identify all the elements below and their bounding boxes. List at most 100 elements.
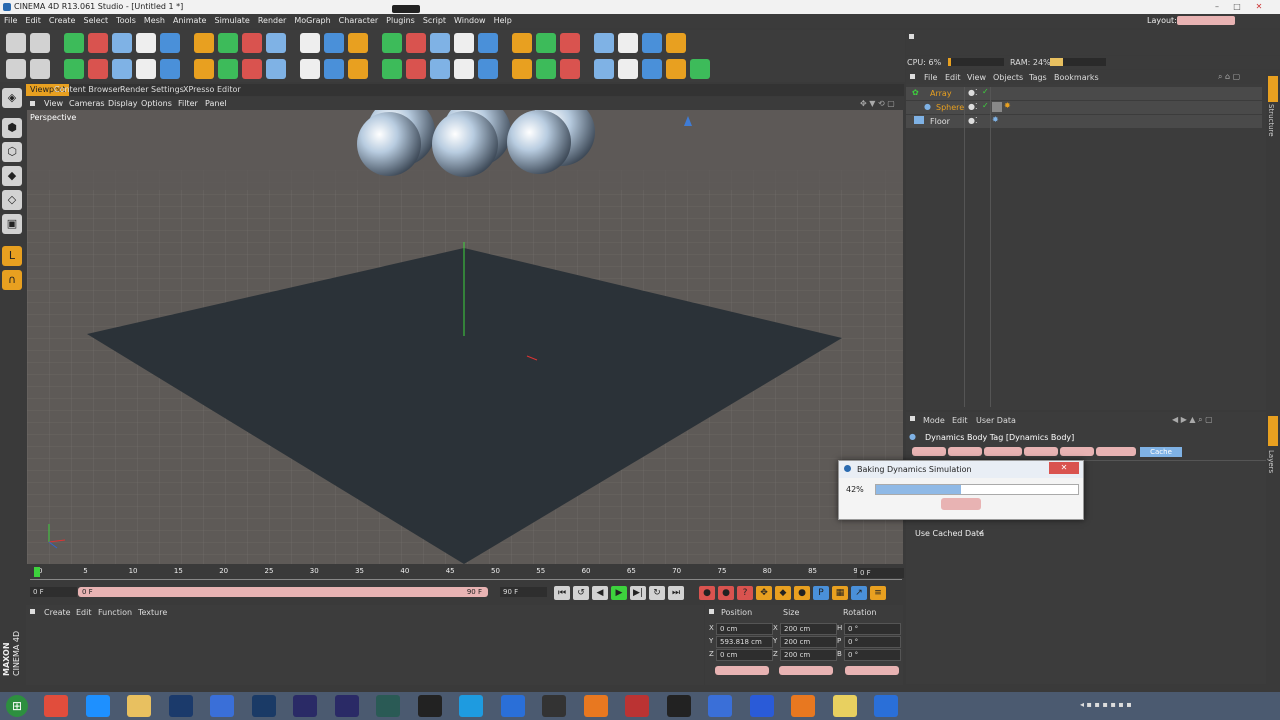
y-axis-icon[interactable] bbox=[218, 33, 238, 53]
viewport-menu-view[interactable]: View bbox=[44, 97, 63, 110]
menu-edit[interactable]: Edit bbox=[21, 14, 45, 28]
ball-icon[interactable] bbox=[594, 59, 614, 79]
chrome-icon[interactable] bbox=[44, 695, 68, 717]
vray-icon[interactable] bbox=[690, 59, 710, 79]
workplane-icon[interactable]: L bbox=[2, 246, 22, 266]
material-menu-function[interactable]: Function bbox=[98, 608, 132, 617]
cube-icon[interactable] bbox=[382, 33, 402, 53]
range-scrubber[interactable]: 0 F 90 F bbox=[78, 587, 488, 597]
collider-tag-icon[interactable]: ✸ bbox=[992, 115, 999, 124]
keyframe-selection-icon[interactable]: ? bbox=[737, 586, 753, 600]
viewport-menu-display[interactable]: Display bbox=[108, 97, 138, 110]
hair-icon[interactable] bbox=[218, 59, 238, 79]
position-x-field[interactable]: 0 cm bbox=[716, 623, 773, 635]
z-axis-icon[interactable] bbox=[242, 33, 262, 53]
visibility-dots-icon[interactable]: ●⁚ bbox=[968, 116, 978, 125]
dialog-close-button[interactable]: ✕ bbox=[1049, 462, 1079, 474]
playhead[interactable] bbox=[34, 567, 40, 577]
render-region-icon[interactable] bbox=[382, 59, 402, 79]
bhodi-icon[interactable] bbox=[642, 59, 662, 79]
photoshop-icon[interactable] bbox=[251, 695, 276, 717]
menu-plugins[interactable]: Plugins bbox=[382, 14, 419, 28]
position-y-field[interactable]: 593.818 cm bbox=[716, 636, 773, 648]
apply-button[interactable] bbox=[845, 666, 899, 675]
rotation-key-icon[interactable]: ◆ bbox=[775, 586, 791, 600]
attr-nav-icons[interactable]: ◀ ▶ ▲ ⌕ ▢ bbox=[1172, 415, 1213, 425]
after-effects-icon[interactable] bbox=[334, 695, 359, 717]
attr-tab-dynamics[interactable] bbox=[912, 447, 946, 456]
start-frame-field[interactable]: 0 F bbox=[30, 587, 77, 597]
edit-render-settings-icon[interactable] bbox=[348, 33, 368, 53]
model-mode-icon[interactable]: ◈ bbox=[2, 88, 22, 108]
magnet-icon[interactable]: ∩ bbox=[2, 270, 22, 290]
skype-icon[interactable] bbox=[459, 695, 483, 717]
go-to-end-icon[interactable]: ⏭ bbox=[668, 586, 684, 600]
attr-tab-cache[interactable]: Cache bbox=[1140, 447, 1182, 457]
record-icon[interactable] bbox=[112, 59, 132, 79]
side-tab-structure[interactable]: Structure bbox=[1267, 104, 1275, 137]
size-y-field[interactable]: 200 cm bbox=[780, 636, 837, 648]
bodypaint-icon[interactable] bbox=[324, 59, 344, 79]
go-to-start-icon[interactable]: ⏮ bbox=[554, 586, 570, 600]
scale-icon[interactable] bbox=[112, 33, 132, 53]
fl-studio-icon[interactable] bbox=[791, 695, 815, 717]
viewport-menu-filter[interactable]: Filter bbox=[178, 97, 198, 110]
character-icon[interactable] bbox=[300, 59, 320, 79]
object-name-floor[interactable]: Floor bbox=[930, 117, 950, 126]
redo-icon[interactable] bbox=[30, 33, 50, 53]
render-picture-icon[interactable] bbox=[324, 33, 344, 53]
filezilla-icon[interactable] bbox=[625, 695, 649, 717]
coord-mode-dropdown[interactable] bbox=[715, 666, 769, 675]
text-icon[interactable] bbox=[348, 59, 368, 79]
attr-tab-force[interactable] bbox=[1024, 447, 1058, 456]
attr-menu-edit[interactable]: Edit bbox=[952, 416, 968, 425]
keyframe-icon[interactable] bbox=[160, 59, 180, 79]
param-key-icon[interactable]: P bbox=[813, 586, 829, 600]
steam-icon[interactable] bbox=[542, 695, 566, 717]
menu-help[interactable]: Help bbox=[490, 14, 516, 28]
minimize-button[interactable]: – bbox=[1208, 1, 1226, 12]
close-button[interactable]: ✕ bbox=[1250, 1, 1268, 12]
visibility-dots-icon[interactable]: ●⁚ bbox=[968, 102, 978, 111]
object-name-array[interactable]: Array bbox=[930, 89, 952, 98]
size-z-field[interactable]: 200 cm bbox=[780, 649, 837, 661]
itunes-icon[interactable] bbox=[874, 695, 898, 717]
previous-frame-icon[interactable]: ◀ bbox=[592, 586, 608, 600]
material-menu-edit[interactable]: Edit bbox=[76, 608, 92, 617]
workplane-icon[interactable] bbox=[478, 59, 498, 79]
deformer-icon[interactable] bbox=[478, 33, 498, 53]
stop-button[interactable] bbox=[941, 498, 981, 510]
material-menu-create[interactable]: Create bbox=[44, 608, 71, 617]
word-icon[interactable] bbox=[210, 695, 234, 717]
perspective-viewport[interactable]: Perspective bbox=[27, 110, 903, 564]
tab-content-browser[interactable]: Content Browser bbox=[50, 84, 125, 96]
layout-dropdown[interactable] bbox=[1177, 16, 1235, 25]
menu-character[interactable]: Character bbox=[335, 14, 383, 28]
viewport-nav-icons[interactable]: ✥ ▼ ⟲ ▢ bbox=[860, 97, 895, 110]
dynamics-tag-icon[interactable]: ✸ bbox=[1004, 101, 1011, 110]
material-tag-icon[interactable] bbox=[992, 102, 1002, 112]
rotation-h-field[interactable]: 0 ° bbox=[844, 623, 901, 635]
system-tray-icons[interactable]: ◂ ▪ ▪ ▪ ▪ ▪ ▪ bbox=[1080, 700, 1270, 712]
itunes-icon[interactable] bbox=[500, 695, 525, 717]
objects-menu-tags[interactable]: Tags bbox=[1029, 73, 1047, 82]
rotation-b-field[interactable]: 0 ° bbox=[844, 649, 901, 661]
objects-menu-bookmarks[interactable]: Bookmarks bbox=[1054, 73, 1099, 82]
camera-icon[interactable] bbox=[536, 33, 556, 53]
scale-key-icon[interactable]: ● bbox=[794, 586, 810, 600]
deform-icon[interactable] bbox=[560, 59, 580, 79]
enabled-check-icon[interactable]: ✓ bbox=[982, 101, 989, 110]
previous-key-icon[interactable]: ↺ bbox=[573, 586, 589, 600]
attr-menu-mode[interactable]: Mode bbox=[923, 416, 945, 425]
menu-mesh[interactable]: Mesh bbox=[140, 14, 169, 28]
use-cached-data-checkbox[interactable]: ✓ bbox=[978, 528, 985, 537]
size-mode-dropdown[interactable] bbox=[779, 666, 833, 675]
model-mode-icon[interactable] bbox=[30, 59, 50, 79]
render-view-icon[interactable] bbox=[300, 33, 320, 53]
select-arrow-icon[interactable] bbox=[64, 33, 84, 53]
scene-icon-2[interactable] bbox=[618, 33, 638, 53]
x-axis-icon[interactable] bbox=[194, 33, 214, 53]
scene-icon-4[interactable] bbox=[666, 33, 686, 53]
menu-animate[interactable]: Animate bbox=[169, 14, 211, 28]
timeline-ruler[interactable]: 051015202530354045505560657075808590 bbox=[30, 567, 902, 580]
